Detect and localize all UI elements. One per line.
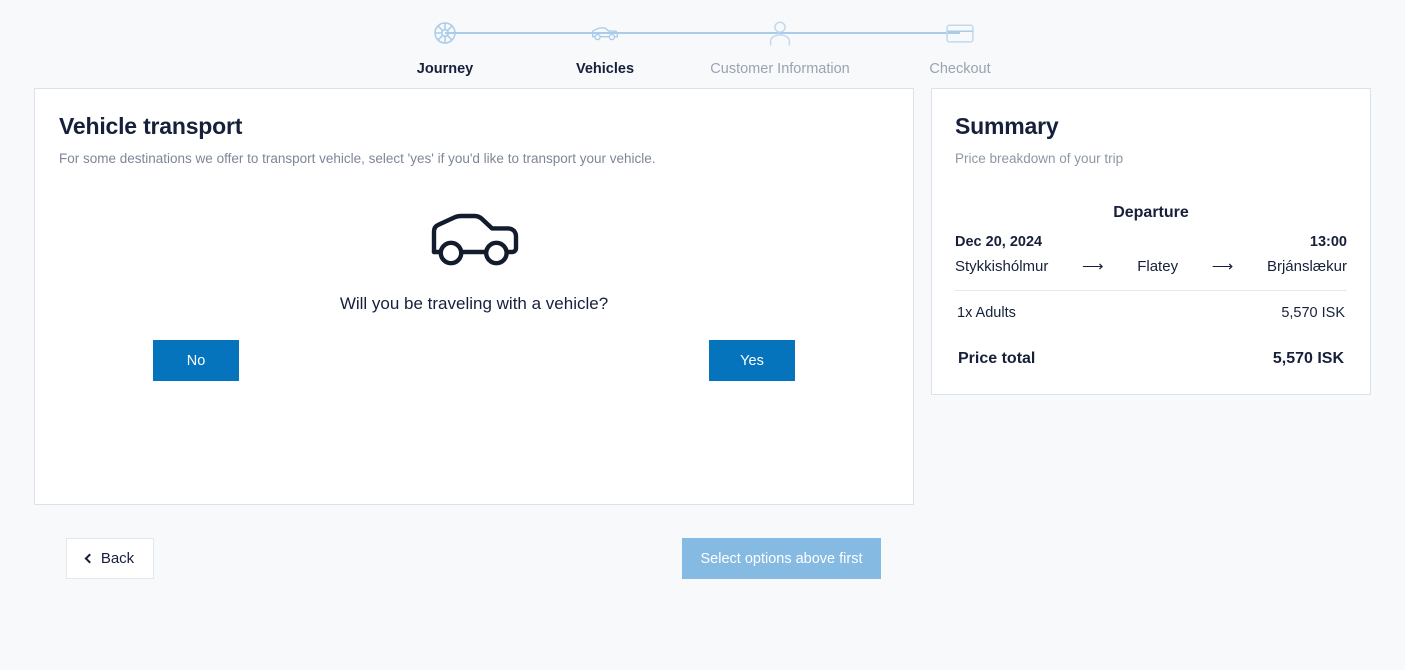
line-item-label: 1x Adults [957,305,1016,321]
vehicle-question-text: Will you be traveling with a vehicle? [340,294,608,314]
stepper-connector-2 [605,18,780,48]
summary-subtitle: Price breakdown of your trip [955,151,1347,166]
summary-card: Summary Price breakdown of your trip Dep… [931,88,1371,395]
stepper-label-journey: Journey [417,61,473,77]
page-title: Vehicle transport [59,113,889,140]
page-subtitle: For some destinations we offer to transp… [59,151,889,166]
route-origin: Stykkishólmur [955,258,1048,275]
line-item-value: 5,570 ISK [1281,305,1345,321]
stepper-label-checkout: Checkout [929,61,990,77]
departure-heading: Departure [955,204,1347,222]
page-body: Vehicle transport For some destinations … [0,88,1405,579]
departure-date-row: Dec 20, 2024 13:00 [955,234,1347,250]
credit-card-icon [946,18,974,48]
summary-title: Summary [955,113,1347,140]
main-column: Vehicle transport For some destinations … [34,88,914,579]
vehicle-transport-card: Vehicle transport For some destinations … [34,88,914,505]
footer-navigation: Back Select options above first [34,538,914,579]
answer-no-button[interactable]: No [153,340,239,381]
car-icon [428,208,520,272]
departure-date: Dec 20, 2024 [955,234,1042,250]
summary-column: Summary Price breakdown of your trip Dep… [931,88,1371,395]
route-destination: Brjánslækur [1267,258,1347,275]
route-row: Stykkishólmur ⟶ Flatey ⟶ Brjánslækur [955,257,1347,291]
departure-time: 13:00 [1310,234,1347,250]
answer-yes-button[interactable]: Yes [709,340,795,381]
stepper-label-vehicles: Vehicles [576,61,634,77]
arrow-right-icon: ⟶ [1212,257,1234,275]
vehicle-answer-group: No Yes [153,340,795,381]
chevron-left-icon [84,553,94,563]
price-total-label: Price total [958,350,1035,368]
back-button-label: Back [101,550,134,567]
stepper-label-customer-information: Customer Information [710,61,849,77]
continue-button-disabled[interactable]: Select options above first [682,538,881,579]
route-stop: Flatey [1137,258,1178,275]
progress-stepper: Journey Vehicles Customer Information [0,0,1405,88]
price-total-value: 5,570 ISK [1273,350,1344,368]
summary-line-item: 1x Adults 5,570 ISK [955,305,1347,321]
stepper-connector-3 [780,18,960,48]
price-total-row: Price total 5,570 ISK [955,350,1347,368]
back-button[interactable]: Back [66,538,154,579]
stepper-connector-1 [445,18,605,48]
vehicle-question-block: Will you be traveling with a vehicle? No… [59,208,889,381]
arrow-right-icon: ⟶ [1082,257,1104,275]
